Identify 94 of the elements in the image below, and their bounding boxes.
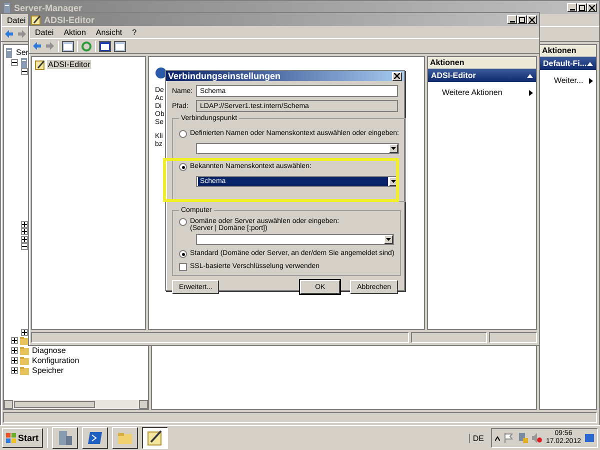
caret-icon <box>390 147 396 150</box>
menu-item[interactable]: Datei <box>7 16 26 24</box>
folder-icon <box>20 346 29 355</box>
close-icon <box>589 4 595 10</box>
arrow-right-icon <box>589 78 593 84</box>
dropdown-button[interactable] <box>388 144 398 153</box>
language-indicator[interactable]: DE <box>468 434 487 442</box>
terminal-icon <box>86 430 103 446</box>
expand-toggle[interactable] <box>21 236 28 243</box>
info-icon <box>155 67 167 79</box>
action-group-header[interactable]: ADSI-Editor <box>428 69 536 82</box>
dropdown-field[interactable] <box>196 143 399 154</box>
adsi-editor-button[interactable] <box>142 427 168 449</box>
maximize-button[interactable] <box>577 3 587 12</box>
collapse-icon <box>527 74 533 78</box>
pencil-icon <box>146 430 163 446</box>
close-button[interactable] <box>392 72 402 80</box>
start-button[interactable]: Start <box>2 428 43 448</box>
action-item[interactable]: Weiter... <box>540 76 596 85</box>
close-icon <box>394 73 400 79</box>
back-arrow-icon[interactable] <box>4 29 14 39</box>
maximize-icon <box>519 16 525 22</box>
close-button[interactable] <box>527 15 537 24</box>
plus-icon <box>22 236 27 242</box>
server-icon <box>3 2 11 12</box>
window-title: ADSI-Editor <box>44 14 94 24</box>
window-title: Server-Manager <box>14 2 82 12</box>
caret-icon <box>386 238 392 241</box>
horizontal-scrollbar[interactable] <box>4 400 148 409</box>
tree-item[interactable]: Konfiguration <box>31 356 80 365</box>
caret-icon <box>390 180 396 183</box>
folder-icon <box>20 356 29 365</box>
menu-item[interactable]: Ansicht <box>96 28 122 36</box>
dialog-title: Verbindungseinstellungen <box>168 71 281 81</box>
collapse-icon <box>587 62 593 66</box>
window-icon[interactable] <box>114 40 126 52</box>
collapse-toggle[interactable] <box>11 59 18 66</box>
expand-toggle[interactable] <box>11 367 18 374</box>
expand-toggle[interactable] <box>11 357 18 364</box>
plus-icon <box>12 338 17 343</box>
speaker-muted-icon[interactable] <box>532 433 542 443</box>
expand-toggle[interactable] <box>11 337 18 344</box>
action-group-header[interactable]: Default-Fi... <box>540 57 596 70</box>
pane-heading: Aktionen <box>540 45 596 57</box>
server-manager-button[interactable] <box>52 427 78 449</box>
window-icon[interactable] <box>62 40 74 52</box>
menu-item[interactable]: Aktion <box>64 28 86 36</box>
tree-item[interactable]: Diagnose <box>31 346 67 355</box>
pencil-icon <box>31 14 41 24</box>
radio-button[interactable] <box>179 130 187 138</box>
radio-button[interactable] <box>179 163 187 171</box>
tree-item[interactable]: Ser <box>15 48 30 57</box>
arrow-right-icon <box>529 90 533 96</box>
menu-item[interactable]: ? <box>132 28 137 36</box>
checkbox[interactable] <box>179 263 187 271</box>
expand-toggle[interactable] <box>21 228 28 236</box>
folder-icon <box>116 430 133 446</box>
dropdown-field[interactable] <box>196 234 394 245</box>
minus-icon <box>22 244 27 250</box>
menu-item[interactable]: Datei <box>35 28 54 36</box>
folder-icon <box>20 366 29 375</box>
powershell-button[interactable] <box>82 427 108 449</box>
pane-heading: Aktionen <box>428 57 536 69</box>
tree-item[interactable]: ADSI-Editor <box>47 60 92 69</box>
dropdown-button[interactable] <box>384 235 394 244</box>
plus-icon <box>12 348 17 353</box>
expand-toggle[interactable] <box>21 220 28 228</box>
server-icon <box>56 430 73 446</box>
close-button[interactable] <box>587 3 597 12</box>
maximize-icon <box>579 4 585 10</box>
plus-icon <box>12 368 17 373</box>
tree-item[interactable]: Speicher <box>31 366 65 375</box>
plus-icon <box>22 229 27 234</box>
expand-toggle[interactable] <box>11 347 18 354</box>
close-icon <box>529 16 535 22</box>
action-item[interactable]: Weitere Aktionen <box>428 88 536 97</box>
chevron-up-icon[interactable] <box>494 436 500 440</box>
back-arrow-icon[interactable] <box>32 41 42 51</box>
minimize-button[interactable] <box>507 15 517 24</box>
radio-button[interactable] <box>179 250 187 258</box>
expand-toggle[interactable] <box>21 328 28 336</box>
collapse-toggle[interactable] <box>21 243 28 250</box>
minimize-button[interactable] <box>567 3 577 12</box>
collapse-toggle[interactable] <box>21 68 28 76</box>
explorer-button[interactable] <box>112 427 138 449</box>
pencil-icon <box>35 60 45 70</box>
maximize-button[interactable] <box>517 15 527 24</box>
radio-button[interactable] <box>179 218 187 226</box>
flag-icon[interactable] <box>504 433 514 443</box>
plus-icon <box>12 358 17 363</box>
plus-icon <box>22 222 27 227</box>
server-icon <box>20 58 28 68</box>
plus-icon <box>22 330 27 335</box>
windows-logo <box>6 433 16 443</box>
